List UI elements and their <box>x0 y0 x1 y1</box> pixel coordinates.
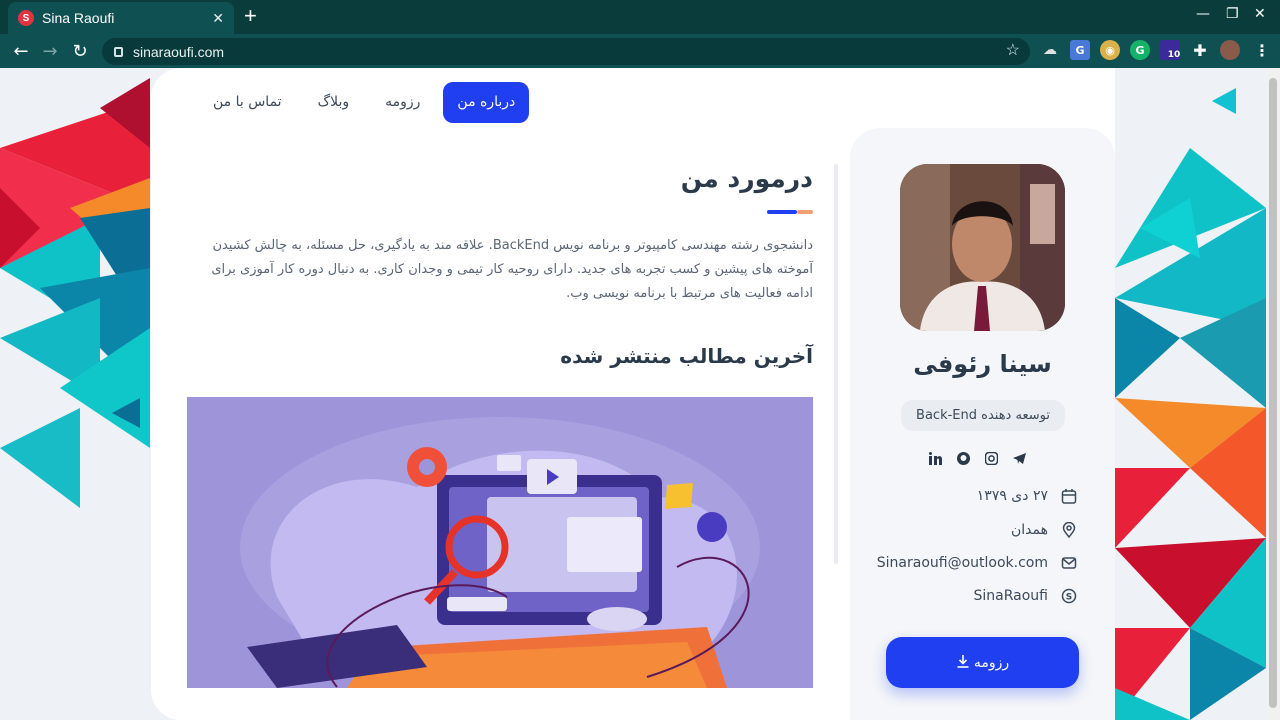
url-text: sinaraoufi.com <box>133 43 225 60</box>
instagram-icon[interactable] <box>984 451 998 465</box>
city-row: همدان <box>1011 519 1078 541</box>
birthday-row: ۲۷ دی ۱۳۷۹ <box>977 485 1078 507</box>
minimize-icon[interactable]: — <box>1196 6 1210 22</box>
extension-badge-count: 10 <box>1167 50 1181 60</box>
back-icon[interactable]: ← <box>8 38 34 64</box>
owl-extension-icon[interactable]: ◉ <box>1100 40 1120 60</box>
close-window-icon[interactable]: ✕ <box>1254 6 1266 22</box>
translate-extension-icon[interactable]: G <box>1070 40 1090 60</box>
main-content: درمورد من دانشجوی رشته مهندسی کامپیوتر و… <box>187 164 813 688</box>
skype-icon: S <box>1060 587 1078 605</box>
svg-text:S: S <box>1066 593 1072 603</box>
page-scrollbar[interactable] <box>1266 68 1280 720</box>
birthday-text: ۲۷ دی ۱۳۷۹ <box>976 488 1048 504</box>
grammarly-extension-icon[interactable]: G <box>1130 40 1150 60</box>
nav-item-blog[interactable]: وبلاگ <box>305 82 363 123</box>
linkedin-icon[interactable] <box>928 451 942 465</box>
nav-item-about[interactable]: درباره من <box>443 82 530 123</box>
profile-role-badge: توسعه دهنده Back-End <box>901 400 1065 431</box>
title-underline <box>767 210 813 214</box>
lock-icon <box>114 46 123 57</box>
telegram-icon[interactable] <box>1012 451 1026 465</box>
profile-name: سینا رئوفی <box>913 350 1052 378</box>
restore-icon[interactable]: ❐ <box>1226 6 1239 22</box>
bookmark-star-icon[interactable]: ☆ <box>1006 40 1020 60</box>
reload-icon[interactable]: ↻ <box>67 38 93 64</box>
browser-tab-bar: S Sina Raoufi ✕ + — ❐ ✕ <box>0 0 1280 34</box>
city-text: همدان <box>1011 522 1048 538</box>
mail-icon <box>1060 554 1078 572</box>
scrollbar-thumb[interactable] <box>1269 78 1277 708</box>
latest-posts-title: آخرین مطالب منتشر شده <box>560 344 813 368</box>
about-text: دانشجوی رشته مهندسی کامپیوتر و برنامه نو… <box>211 238 813 301</box>
social-links <box>928 451 1026 465</box>
browser-menu-icon[interactable]: ⋮ <box>1252 40 1272 60</box>
download-icon <box>956 654 970 672</box>
puzzle-extensions-icon[interactable]: ✚ <box>1190 40 1210 60</box>
cloud-extension-icon[interactable]: ☁ <box>1040 40 1060 60</box>
cv-button-label: رزومه <box>973 654 1010 671</box>
post-illustration <box>187 397 813 688</box>
nav-item-contact[interactable]: تماس با من <box>200 82 295 123</box>
close-tab-icon[interactable]: ✕ <box>212 10 224 27</box>
profile-avatar <box>900 164 1065 331</box>
extension-badge-icon[interactable]: 10 <box>1160 40 1180 60</box>
profile-photo <box>900 164 1065 331</box>
tab-title: Sina Raoufi <box>42 10 115 26</box>
browser-tab[interactable]: S Sina Raoufi ✕ <box>8 2 234 34</box>
location-pin-icon <box>1060 521 1078 539</box>
email-row: Sinaraoufi@outlook.com <box>877 552 1078 574</box>
download-cv-button[interactable]: رزومه <box>886 637 1079 688</box>
email-text[interactable]: Sinaraoufi@outlook.com <box>877 555 1048 571</box>
about-title: درمورد من <box>680 164 813 193</box>
content-divider <box>834 164 838 564</box>
forward-icon[interactable]: → <box>37 38 63 64</box>
github-icon[interactable] <box>956 451 970 465</box>
address-bar[interactable]: sinaraoufi.com ☆ <box>102 38 1030 65</box>
calendar-icon <box>1060 487 1078 505</box>
nav-item-resume[interactable]: رزومه <box>372 82 433 123</box>
profile-avatar-icon[interactable] <box>1220 40 1240 60</box>
site-favicon: S <box>18 10 34 26</box>
skype-text[interactable]: SinaRaoufi <box>974 588 1048 604</box>
new-tab-icon[interactable]: + <box>244 4 257 28</box>
main-nav: درباره من رزومه وبلاگ تماس با من <box>190 82 530 123</box>
latest-post-image[interactable] <box>187 397 813 688</box>
skype-row: S SinaRaoufi <box>974 585 1078 607</box>
